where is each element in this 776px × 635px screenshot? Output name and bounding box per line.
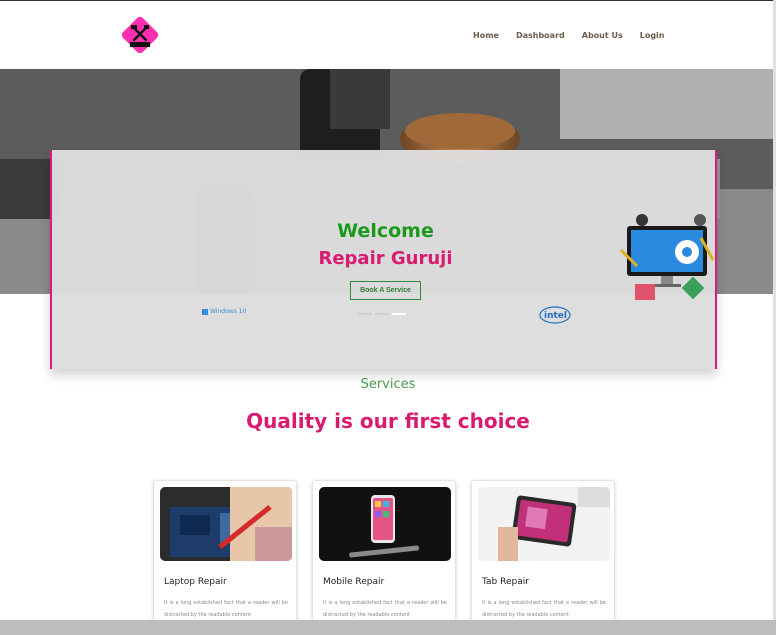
windows-icon: [202, 308, 208, 315]
book-service-button[interactable]: Book A Service: [350, 281, 421, 300]
service-card-mobile[interactable]: Mobile Repair It is a long established f…: [312, 480, 456, 625]
service-card-laptop[interactable]: Laptop Repair It is a long established f…: [153, 480, 297, 625]
card-text: It is a long established fact that a rea…: [164, 600, 288, 618]
brand-logo[interactable]: [120, 15, 160, 55]
carousel-dot-active[interactable]: [392, 313, 406, 315]
computer-repair-illustration: [617, 210, 717, 309]
laptop-repair-image: [160, 487, 292, 561]
card-title: Mobile Repair: [323, 577, 385, 587]
services-label: Services: [360, 377, 416, 392]
intel-icon: intel: [539, 306, 571, 324]
windows-logo: Windows 10: [202, 308, 246, 315]
logo-icon: [121, 16, 159, 54]
card-text: It is a long established fact that a rea…: [323, 600, 447, 618]
services-tagline: Quality is our first choice: [246, 409, 530, 433]
intel-logo: intel: [538, 305, 572, 329]
tab-repair-image: [478, 487, 610, 561]
navbar: Home Dashboard About Us Login: [0, 1, 776, 69]
nav-login[interactable]: Login: [640, 31, 665, 40]
nav-home[interactable]: Home: [473, 31, 499, 40]
card-text: It is a long established fact that a rea…: [482, 600, 606, 618]
carousel-dot[interactable]: [375, 313, 389, 315]
nav-menu: Home Dashboard About Us Login: [473, 31, 682, 40]
card-title: Tab Repair: [482, 577, 529, 587]
welcome-card: Welcome Repair Guruji Book A Service Win…: [50, 150, 717, 369]
horizontal-scrollbar[interactable]: [0, 620, 776, 635]
nav-dashboard[interactable]: Dashboard: [516, 31, 565, 40]
nav-about-us[interactable]: About Us: [582, 31, 623, 40]
carousel-dot[interactable]: [358, 313, 372, 315]
service-card-tab[interactable]: Tab Repair It is a long established fact…: [471, 480, 615, 625]
card-title: Laptop Repair: [164, 577, 227, 587]
repair-illustration-icon: [619, 214, 715, 300]
carousel-indicators: [358, 313, 406, 315]
mobile-repair-image: [319, 487, 451, 561]
svg-text:intel: intel: [544, 311, 567, 321]
